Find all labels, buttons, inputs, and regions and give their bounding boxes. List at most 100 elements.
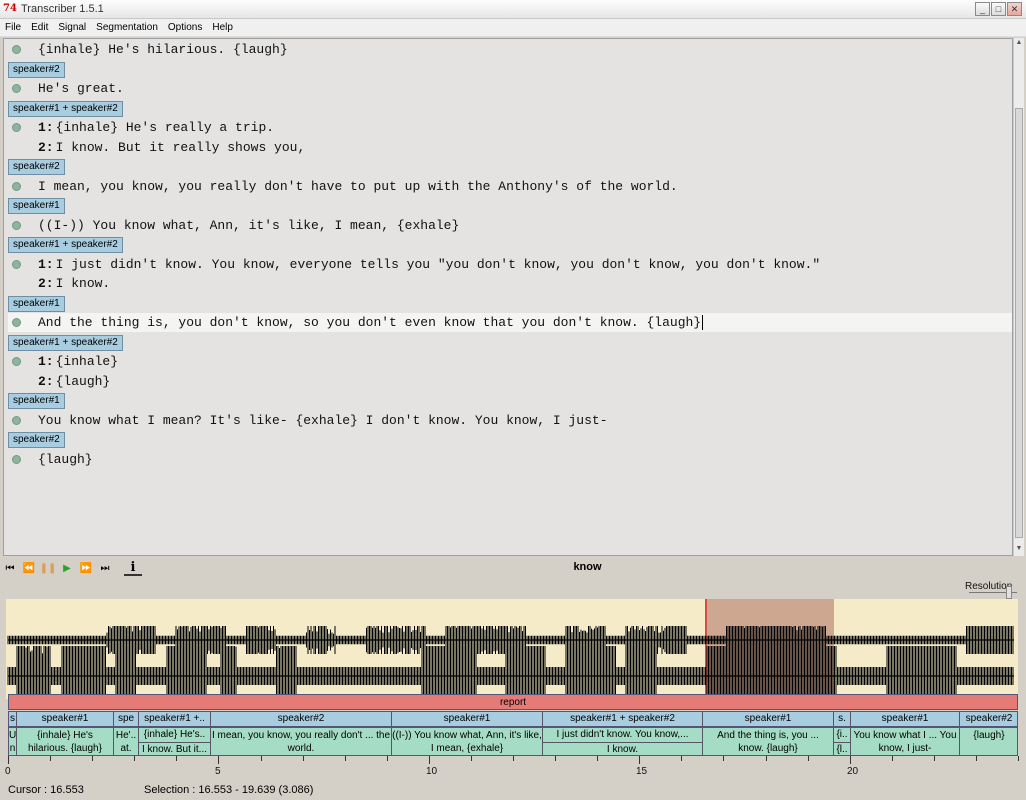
speaker-turn-segment[interactable]: speaker#1 [392, 712, 543, 726]
transcript-text[interactable]: ((I-)) You know what, Ann, it's like, I … [38, 218, 459, 233]
overlap-subsegment[interactable]: {i.. [834, 728, 850, 742]
play-button[interactable]: ▶ [58, 559, 76, 577]
editor-vertical-scrollbar[interactable]: ▲ ▼ [1013, 38, 1024, 556]
menu-options[interactable]: Options [163, 22, 207, 33]
transcript-text[interactable]: {laugh} [38, 452, 93, 467]
sync-point-icon[interactable] [12, 357, 21, 366]
speaker-turn-button[interactable]: speaker#1 [8, 198, 65, 214]
transcript-line[interactable]: ((I-)) You know what, Ann, it's like, I … [8, 216, 1012, 235]
speaker-turn-segment[interactable]: speaker#1 +.. [139, 712, 211, 726]
transcript-text[interactable]: I know. But it really shows you, [56, 140, 306, 155]
menu-segmentation[interactable]: Segmentation [91, 22, 163, 33]
transcription-segment[interactable]: You know what I ... You know, I just- [851, 728, 960, 755]
transcript-line[interactable]: And the thing is, you don't know, so you… [8, 313, 1012, 332]
transcription-segment[interactable]: And the thing is, you ... know. {laugh} [703, 728, 834, 755]
menu-signal[interactable]: Signal [53, 22, 91, 33]
scrollbar-thumb[interactable] [1015, 108, 1023, 538]
transcription-segment[interactable]: He'.. at. [114, 728, 139, 755]
close-button[interactable]: ✕ [1007, 2, 1022, 16]
transcript-line[interactable]: 2: I know. But it really shows you, [8, 138, 1012, 157]
transcription-segment[interactable]: I mean, you know, you really don't ... t… [211, 728, 392, 755]
speaker-turn-button[interactable]: speaker#1 + speaker#2 [8, 100, 123, 117]
sync-point-icon[interactable] [12, 123, 21, 132]
speaker-turn-button[interactable]: speaker#2 [8, 432, 65, 448]
transcript-text[interactable]: {inhale} He's hilarious. {laugh} [38, 42, 288, 57]
sync-point-icon[interactable] [12, 45, 21, 54]
pause-button[interactable]: ❚❚ [39, 559, 57, 577]
sync-point-icon[interactable] [12, 259, 21, 269]
transcription-segment[interactable]: {inhale} He's hilarious. {laugh} [17, 728, 114, 755]
transcript-text[interactable]: {laugh} [56, 374, 111, 389]
resolution-slider-thumb[interactable] [1006, 586, 1012, 599]
transcript-line[interactable]: He's great. [8, 79, 1012, 98]
transcript-text[interactable]: I just didn't know. You know, everyone t… [56, 257, 821, 272]
speaker-turn-segment[interactable]: speaker#1 [703, 712, 834, 726]
transcription-segment[interactable]: {i.. {l.. [834, 728, 851, 755]
speaker-turn-segment[interactable]: s [9, 712, 17, 726]
transcript-text[interactable]: He's great. [38, 81, 124, 96]
menu-edit[interactable]: Edit [26, 22, 53, 33]
transcript-line[interactable]: 1: {inhale} [8, 352, 1012, 371]
transcript-line[interactable]: You know what I mean? It's like- {exhale… [8, 411, 1012, 430]
overlap-subsegment[interactable]: I know. [543, 742, 702, 755]
speaker-turn-segment[interactable]: spe [114, 712, 139, 726]
transcript-text[interactable]: I mean, you know, you really don't have … [38, 179, 678, 194]
info-button[interactable]: i [124, 560, 142, 576]
transcript-text[interactable]: And the thing is, you don't know, so you… [38, 315, 701, 330]
rewind-button[interactable]: ⏪ [20, 559, 38, 577]
transcript-line[interactable]: 2: {laugh} [8, 372, 1012, 391]
overlap-subsegment[interactable]: {l.. [834, 742, 850, 755]
transcript-line[interactable]: I mean, you know, you really don't have … [8, 177, 1012, 196]
section-segment[interactable]: report [8, 694, 1018, 710]
transcript-line[interactable]: 1: I just didn't know. You know, everyone… [8, 255, 1012, 274]
speaker-turn-button[interactable]: speaker#1 [8, 295, 65, 312]
transcript-text[interactable]: {inhale} He's really a trip. [56, 120, 274, 135]
transcription-segment[interactable]: I just didn't know. You know,... I know. [543, 728, 703, 755]
transcription-segment[interactable]: ((I-)) You know what, Ann, it's like, I … [392, 728, 543, 755]
transcript-text[interactable]: You know what I mean? It's like- {exhale… [38, 413, 608, 428]
sync-point-icon[interactable] [12, 415, 21, 425]
transcriber-app-icon: 74 [3, 3, 17, 14]
sync-point-icon[interactable] [12, 318, 21, 327]
speaker-turn-segment[interactable]: speaker#2 [960, 712, 1017, 726]
speaker-turn-segment[interactable]: speaker#1 [851, 712, 960, 726]
overlap-subsegment[interactable]: I just didn't know. You know,... [543, 728, 702, 742]
speaker-turn-segment[interactable]: s. [834, 712, 851, 726]
transcript-editor[interactable]: {inhale} He's hilarious. {laugh} speaker#… [3, 38, 1013, 556]
scroll-up-icon[interactable]: ▲ [1015, 39, 1023, 49]
goto-start-button[interactable]: ⏮ [1, 559, 19, 577]
sync-point-icon[interactable] [12, 220, 21, 230]
transcript-line[interactable]: 1: {inhale} He's really a trip. [8, 118, 1012, 137]
menu-help[interactable]: Help [207, 22, 238, 33]
scroll-down-icon[interactable]: ▼ [1015, 545, 1023, 555]
speaker-turn-segment[interactable]: speaker#1 + speaker#2 [543, 712, 703, 726]
playback-toolbar: ⏮ ⏪ ❚❚ ▶ ⏩ ⏭ i know [0, 558, 1026, 578]
resolution-slider[interactable] [963, 586, 1023, 600]
transcription-segment[interactable]: {laugh} [960, 728, 1017, 755]
overlap-subsegment[interactable]: {inhale} He's.. [139, 728, 210, 742]
speaker-turn-button[interactable]: speaker#2 [8, 159, 65, 175]
minimize-button[interactable]: _ [975, 2, 990, 16]
forward-button[interactable]: ⏩ [77, 559, 95, 577]
transcript-line[interactable]: {inhale} He's hilarious. {laugh} [8, 40, 1012, 59]
speaker-turn-button[interactable]: speaker#1 + speaker#2 [8, 334, 123, 351]
maximize-button[interactable]: □ [991, 2, 1006, 16]
transcription-segment[interactable]: {inhale} He's.. I know. But it... [139, 728, 211, 755]
transcript-line[interactable]: 2: I know. [8, 274, 1012, 293]
transcript-line[interactable]: {laugh} [8, 450, 1012, 469]
speaker-turn-segment[interactable]: speaker#1 [17, 712, 114, 726]
menu-file[interactable]: File [0, 22, 26, 33]
overlap-subsegment[interactable]: I know. But it... [139, 742, 210, 755]
speaker-turn-button[interactable]: speaker#1 [8, 393, 65, 409]
speaker-turn-button[interactable]: speaker#2 [8, 61, 65, 78]
transcription-segment[interactable]: Un [9, 728, 17, 755]
speaker-turn-segment[interactable]: speaker#2 [211, 712, 392, 726]
sync-point-icon[interactable] [12, 454, 21, 464]
transcript-text[interactable]: I know. [56, 276, 111, 291]
speaker-turn-button[interactable]: speaker#1 + speaker#2 [8, 237, 123, 253]
time-tick-label: 20 [847, 766, 859, 777]
transcript-text[interactable]: {inhale} [56, 354, 118, 369]
sync-point-icon[interactable] [12, 181, 21, 191]
sync-point-icon[interactable] [12, 84, 21, 93]
goto-end-button[interactable]: ⏭ [96, 559, 114, 577]
